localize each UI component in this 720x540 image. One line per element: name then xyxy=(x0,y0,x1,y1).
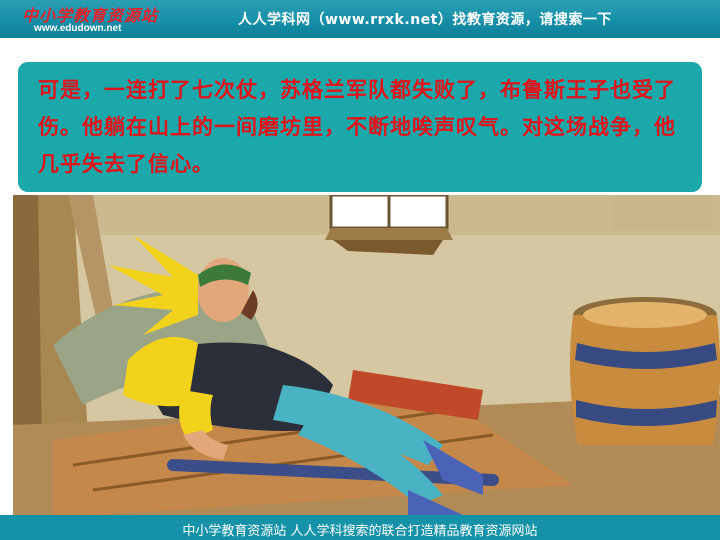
story-text-box: 可是，一连打了七次仗，苏格兰军队都失败了，布鲁斯王子也受了伤。他躺在山上的一间磨… xyxy=(18,62,702,192)
prince-resting-in-mill-illustration xyxy=(13,195,720,515)
footer-bar: 中小学教育资源站 人人学科搜索的联合打造精品教育资源网站 xyxy=(0,515,720,540)
header-tagline: 人人学科网（www.rrxk.net）找教育资源，请搜索一下 xyxy=(238,12,612,28)
footer-text: 中小学教育资源站 人人学科搜索的联合打造精品教育资源网站 xyxy=(182,524,538,539)
site-logo-url[interactable]: www.edudown.net xyxy=(34,23,121,34)
header-bar: 中小学教育资源站 www.edudown.net 人人学科网（www.rrxk.… xyxy=(0,0,720,38)
story-text: 可是，一连打了七次仗，苏格兰军队都失败了，布鲁斯王子也受了伤。他躺在山上的一间磨… xyxy=(38,78,676,176)
story-illustration xyxy=(13,195,720,515)
